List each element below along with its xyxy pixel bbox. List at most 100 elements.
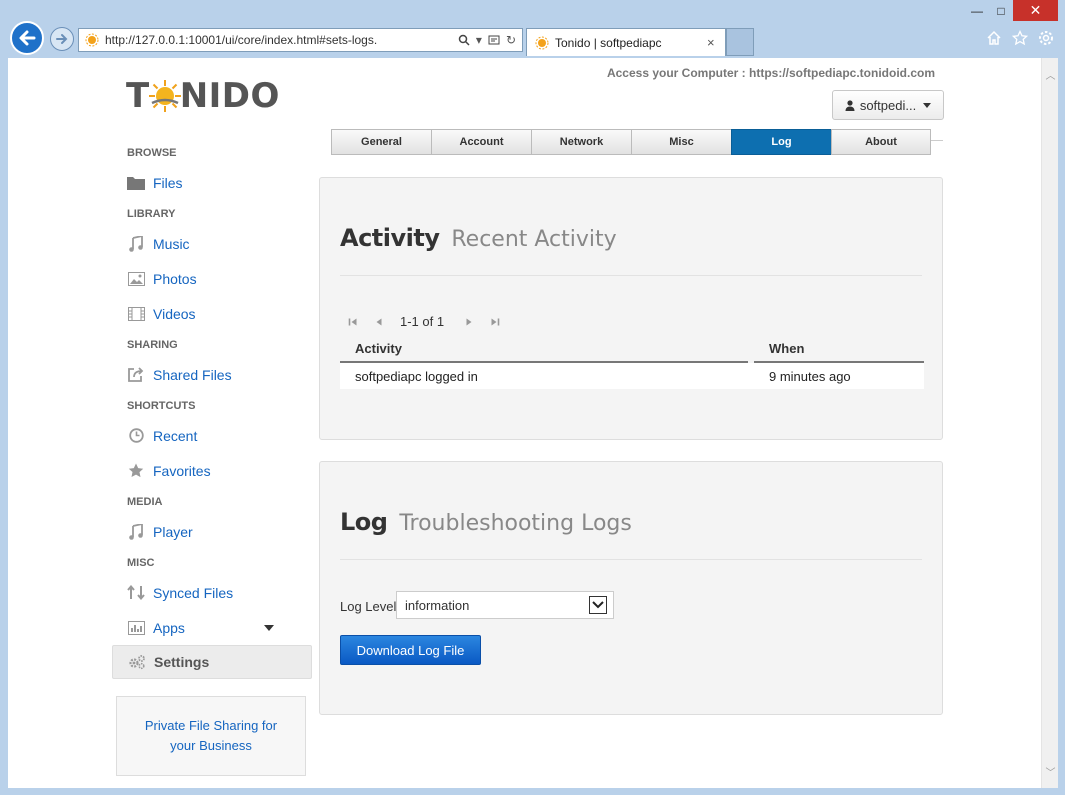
sidebar-item-favorites[interactable]: Favorites	[112, 453, 312, 488]
tonido-sun-icon	[85, 33, 99, 47]
maximize-button[interactable]: □	[989, 0, 1013, 21]
address-bar[interactable]: http://127.0.0.1:10001/ui/core/index.htm…	[78, 28, 523, 52]
section-head-library: LIBRARY	[127, 208, 176, 220]
section-head-misc: MISC	[127, 557, 155, 569]
sidebar-item-apps[interactable]: Apps	[112, 610, 312, 645]
back-arrow-icon	[19, 30, 36, 46]
scroll-down-icon[interactable]: ﹀	[1042, 763, 1058, 780]
tonido-logo[interactable]: T NIDO	[126, 76, 280, 116]
activity-title: Activity	[340, 224, 440, 252]
sidebar-item-player[interactable]: Player	[112, 514, 312, 549]
tab-close-icon[interactable]: ×	[707, 35, 725, 50]
divider	[340, 275, 922, 276]
sidebar-item-music[interactable]: Music	[112, 226, 312, 261]
share-icon	[127, 367, 145, 383]
sync-arrows-icon	[127, 585, 145, 601]
log-level-value: information	[405, 597, 470, 613]
sidebar-item-label: Settings	[154, 654, 210, 670]
gears-icon	[128, 654, 146, 670]
vertical-scrollbar[interactable]: ︿ ﹀	[1041, 58, 1058, 788]
home-icon[interactable]	[985, 28, 1003, 48]
tab-misc[interactable]: Misc	[631, 129, 731, 155]
browser-tools	[985, 28, 1055, 48]
window-controls: — □ ✕	[965, 0, 1058, 21]
cell-activity: softpediapc logged in	[355, 368, 478, 384]
sidebar-item-files[interactable]: Files	[112, 165, 312, 200]
tab-title: Tonido | softpediapc	[555, 35, 662, 50]
last-page-icon[interactable]	[488, 315, 502, 329]
log-title: Log	[340, 508, 388, 536]
page-viewport: T NIDO Access your Computer : https://so…	[8, 58, 1058, 788]
column-header-when[interactable]: When	[754, 336, 924, 363]
pager-text: 1-1 of 1	[400, 314, 445, 329]
tab-log[interactable]: Log	[731, 129, 831, 155]
sidebar-item-recent[interactable]: Recent	[112, 418, 312, 453]
section-head-shortcuts: SHORTCUTS	[127, 400, 196, 412]
sidebar-item-videos[interactable]: Videos	[112, 296, 312, 331]
sidebar-item-photos[interactable]: Photos	[112, 261, 312, 296]
sidebar-item-label: Player	[153, 523, 193, 540]
browser-tab[interactable]: Tonido | softpediapc ×	[526, 28, 726, 56]
tab-about[interactable]: About	[831, 129, 931, 155]
activity-pager: 1-1 of 1	[346, 314, 514, 329]
new-tab-button[interactable]	[726, 28, 754, 56]
sidebar-item-label: Recent	[153, 427, 198, 444]
log-level-select[interactable]: information	[396, 591, 614, 619]
user-icon	[845, 99, 855, 111]
next-page-icon[interactable]	[462, 315, 476, 329]
sidebar-item-shared-files[interactable]: Shared Files	[112, 357, 312, 392]
back-button[interactable]	[10, 21, 44, 55]
music-note-icon	[127, 523, 145, 540]
settings-tabs: General Account Network Misc Log About	[331, 129, 931, 155]
film-icon	[127, 306, 145, 322]
search-icon[interactable]	[458, 34, 470, 46]
caret-down-icon	[923, 102, 932, 108]
log-panel: Log Troubleshooting Logs Log Level infor…	[319, 461, 943, 715]
logo-text-right: NIDO	[179, 76, 280, 116]
sidebar-item-label: Favorites	[153, 462, 211, 479]
tab-account[interactable]: Account	[431, 129, 531, 155]
log-level-label: Log Level	[340, 599, 397, 614]
compatibility-icon[interactable]	[488, 34, 500, 46]
logo-sun-icon	[148, 80, 181, 112]
section-head-sharing: SHARING	[127, 339, 178, 351]
minimize-button[interactable]: —	[965, 0, 989, 21]
dropdown-icon[interactable]: ▾	[476, 33, 482, 47]
forward-arrow-icon	[56, 34, 68, 44]
user-menu-button[interactable]: softpedi...	[832, 90, 944, 120]
chevron-down-icon[interactable]	[589, 596, 607, 614]
music-note-icon	[127, 235, 145, 252]
tab-network[interactable]: Network	[531, 129, 631, 155]
settings-gear-icon[interactable]	[1037, 28, 1055, 48]
prev-page-icon[interactable]	[372, 315, 386, 329]
address-url[interactable]: http://127.0.0.1:10001/ui/core/index.htm…	[105, 33, 458, 47]
sidebar-item-label: Music	[153, 235, 190, 252]
sidebar-item-label: Videos	[153, 305, 196, 322]
refresh-icon[interactable]: ↻	[506, 33, 516, 47]
access-computer-text[interactable]: Access your Computer : https://softpedia…	[607, 66, 935, 80]
tab-general[interactable]: General	[331, 129, 431, 155]
sidebar-item-label: Shared Files	[153, 366, 232, 383]
activity-panel: Activity Recent Activity 1-1 of 1 Activi…	[319, 177, 943, 440]
folder-icon	[127, 175, 145, 191]
scroll-up-icon[interactable]: ︿	[1042, 66, 1058, 83]
sidebar-item-label: Files	[153, 174, 183, 191]
forward-button[interactable]	[50, 27, 74, 51]
download-log-button[interactable]: Download Log File	[340, 635, 481, 665]
first-page-icon[interactable]	[346, 315, 360, 329]
favorites-star-icon[interactable]	[1011, 28, 1029, 48]
activity-table: Activity When softpediapc logged in 9 mi…	[340, 336, 924, 389]
promo-link[interactable]: Private File Sharing for your Business	[116, 696, 306, 776]
log-heading: Log Troubleshooting Logs	[340, 508, 632, 536]
sidebar-item-label: Apps	[153, 619, 185, 636]
section-head-browse: BROWSE	[127, 147, 177, 159]
close-window-button[interactable]: ✕	[1013, 0, 1058, 21]
table-row[interactable]: softpediapc logged in 9 minutes ago	[340, 363, 924, 389]
sidebar-item-settings[interactable]: Settings	[112, 645, 312, 679]
log-subtitle: Troubleshooting Logs	[399, 511, 632, 536]
sidebar-item-synced-files[interactable]: Synced Files	[112, 575, 312, 610]
column-header-activity[interactable]: Activity	[340, 336, 748, 363]
caret-down-icon[interactable]	[264, 624, 274, 631]
photo-icon	[127, 271, 145, 287]
cell-when: 9 minutes ago	[769, 368, 851, 384]
